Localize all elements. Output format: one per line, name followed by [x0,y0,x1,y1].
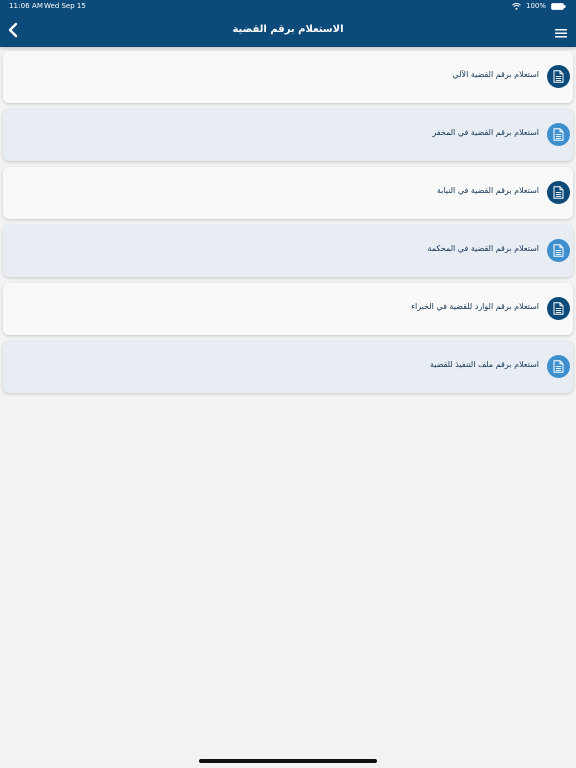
status-time: 11:06 AM [9,2,44,10]
hamburger-menu-icon [555,29,567,38]
list-item-label: استعلام برقم الوارد للقضية في الخبراء [411,302,539,311]
list-item-label: استعلام برقم القضية في النيابة [436,186,539,195]
document-icon [547,239,570,262]
status-icons: 100% [512,0,566,13]
app-header: 11:06 AM Wed Sep 15 100% الاستعلام برقم … [0,0,576,47]
navigation-bar: الاستعلام برقم القضية [0,14,576,47]
document-icon [547,355,570,378]
list-item[interactable]: استعلام برقم الوارد للقضية في الخبراء [3,283,573,335]
list-item[interactable]: استعلام برقم القضية في النيابة [3,167,573,219]
status-bar: 11:06 AM Wed Sep 15 100% [0,0,576,13]
battery-percent: 100% [525,2,546,10]
menu-button[interactable] [555,24,567,38]
list-item-label: استعلام برقم القضية في المخفر [432,128,539,137]
document-icon [547,123,570,146]
battery-icon [551,3,566,10]
page-title: الاستعلام برقم القضية [232,24,344,35]
document-icon [547,181,570,204]
wifi-icon [512,3,521,10]
document-icon [547,65,570,88]
list-item[interactable]: استعلام برقم ملف التنفيذ للقضية [3,341,573,393]
list-item[interactable]: استعلام برقم القضية في المحكمة [3,225,573,277]
list-item-label: استعلام برقم ملف التنفيذ للقضية [429,360,539,369]
list-item[interactable]: استعلام برقم القضية في المخفر [3,109,573,161]
home-indicator[interactable] [199,759,377,763]
status-date: Wed Sep 15 [44,2,86,10]
document-icon [547,297,570,320]
list-item-label: استعلام برقم القضية الآلي [452,70,539,79]
list-item[interactable]: استعلام برقم القضية الآلي [3,51,573,103]
list-item-label: استعلام برقم القضية في المحكمة [427,244,539,253]
